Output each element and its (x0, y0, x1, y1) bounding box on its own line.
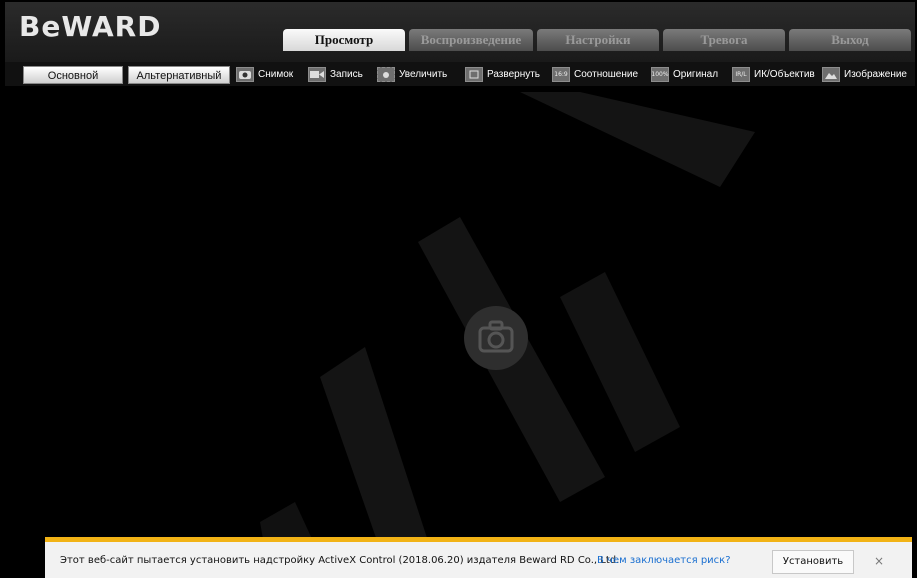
fullscreen-icon (465, 67, 483, 82)
main-tabs: Просмотр Воспроизведение Настройки Трево… (283, 29, 911, 51)
record-label: Запись (330, 69, 363, 80)
tab-settings[interactable]: Настройки (537, 29, 659, 51)
activex-notification-bar: Этот веб-сайт пытается установить надстр… (45, 537, 912, 578)
risk-info-link[interactable]: В чем заключается риск? (597, 555, 731, 566)
snapshot-label: Снимок (258, 69, 294, 80)
image-settings-label: Изображение (844, 69, 907, 80)
alt-stream-button[interactable]: Альтернативный (128, 66, 230, 84)
fullscreen-label: Развернуть (487, 69, 541, 80)
ir-lens-icon: IR/L (732, 67, 750, 82)
tab-logout[interactable]: Выход (789, 29, 911, 51)
install-button[interactable]: Установить (772, 550, 854, 574)
image-settings-tool[interactable]: Изображение (822, 67, 907, 82)
video-viewport[interactable] (20, 92, 912, 578)
zoom-label: Увеличить (399, 69, 448, 80)
aspect-ratio-icon: 16:9 (552, 67, 570, 82)
record-tool[interactable]: Запись (308, 67, 363, 82)
close-icon[interactable]: × (874, 554, 884, 568)
camera-placeholder-icon (464, 306, 528, 370)
zoom-area-icon (377, 67, 395, 82)
tab-view[interactable]: Просмотр (283, 29, 405, 51)
original-size-tool[interactable]: 100% Оригинал (651, 67, 718, 82)
snapshot-tool[interactable]: Снимок (236, 67, 293, 82)
zoom-tool[interactable]: Увеличить (377, 67, 447, 82)
original-size-icon: 100% (651, 67, 669, 82)
beward-logo: BeWARD (19, 10, 162, 43)
original-size-label: Оригинал (673, 69, 719, 80)
activex-message: Этот веб-сайт пытается установить надстр… (60, 555, 620, 566)
ir-lens-tool[interactable]: IR/L ИК/Объектив (732, 67, 815, 82)
camera-web-interface: BeWARD Просмотр Воспроизведение Настройк… (0, 0, 917, 578)
view-toolbar: Основной Альтернативный Снимок Запись Ув… (5, 62, 915, 86)
main-stream-button[interactable]: Основной (23, 66, 123, 84)
header-bar: BeWARD Просмотр Воспроизведение Настройк… (5, 2, 915, 62)
tab-alarm[interactable]: Тревога (663, 29, 785, 51)
fullscreen-tool[interactable]: Развернуть (465, 67, 540, 82)
ir-lens-label: ИК/Объектив (754, 69, 815, 80)
aspect-ratio-tool[interactable]: 16:9 Соотношение (552, 67, 638, 82)
image-settings-icon (822, 67, 840, 82)
tab-playback[interactable]: Воспроизведение (409, 29, 533, 51)
camera-snapshot-icon (236, 67, 254, 82)
video-record-icon (308, 67, 326, 82)
aspect-ratio-label: Соотношение (574, 69, 639, 80)
